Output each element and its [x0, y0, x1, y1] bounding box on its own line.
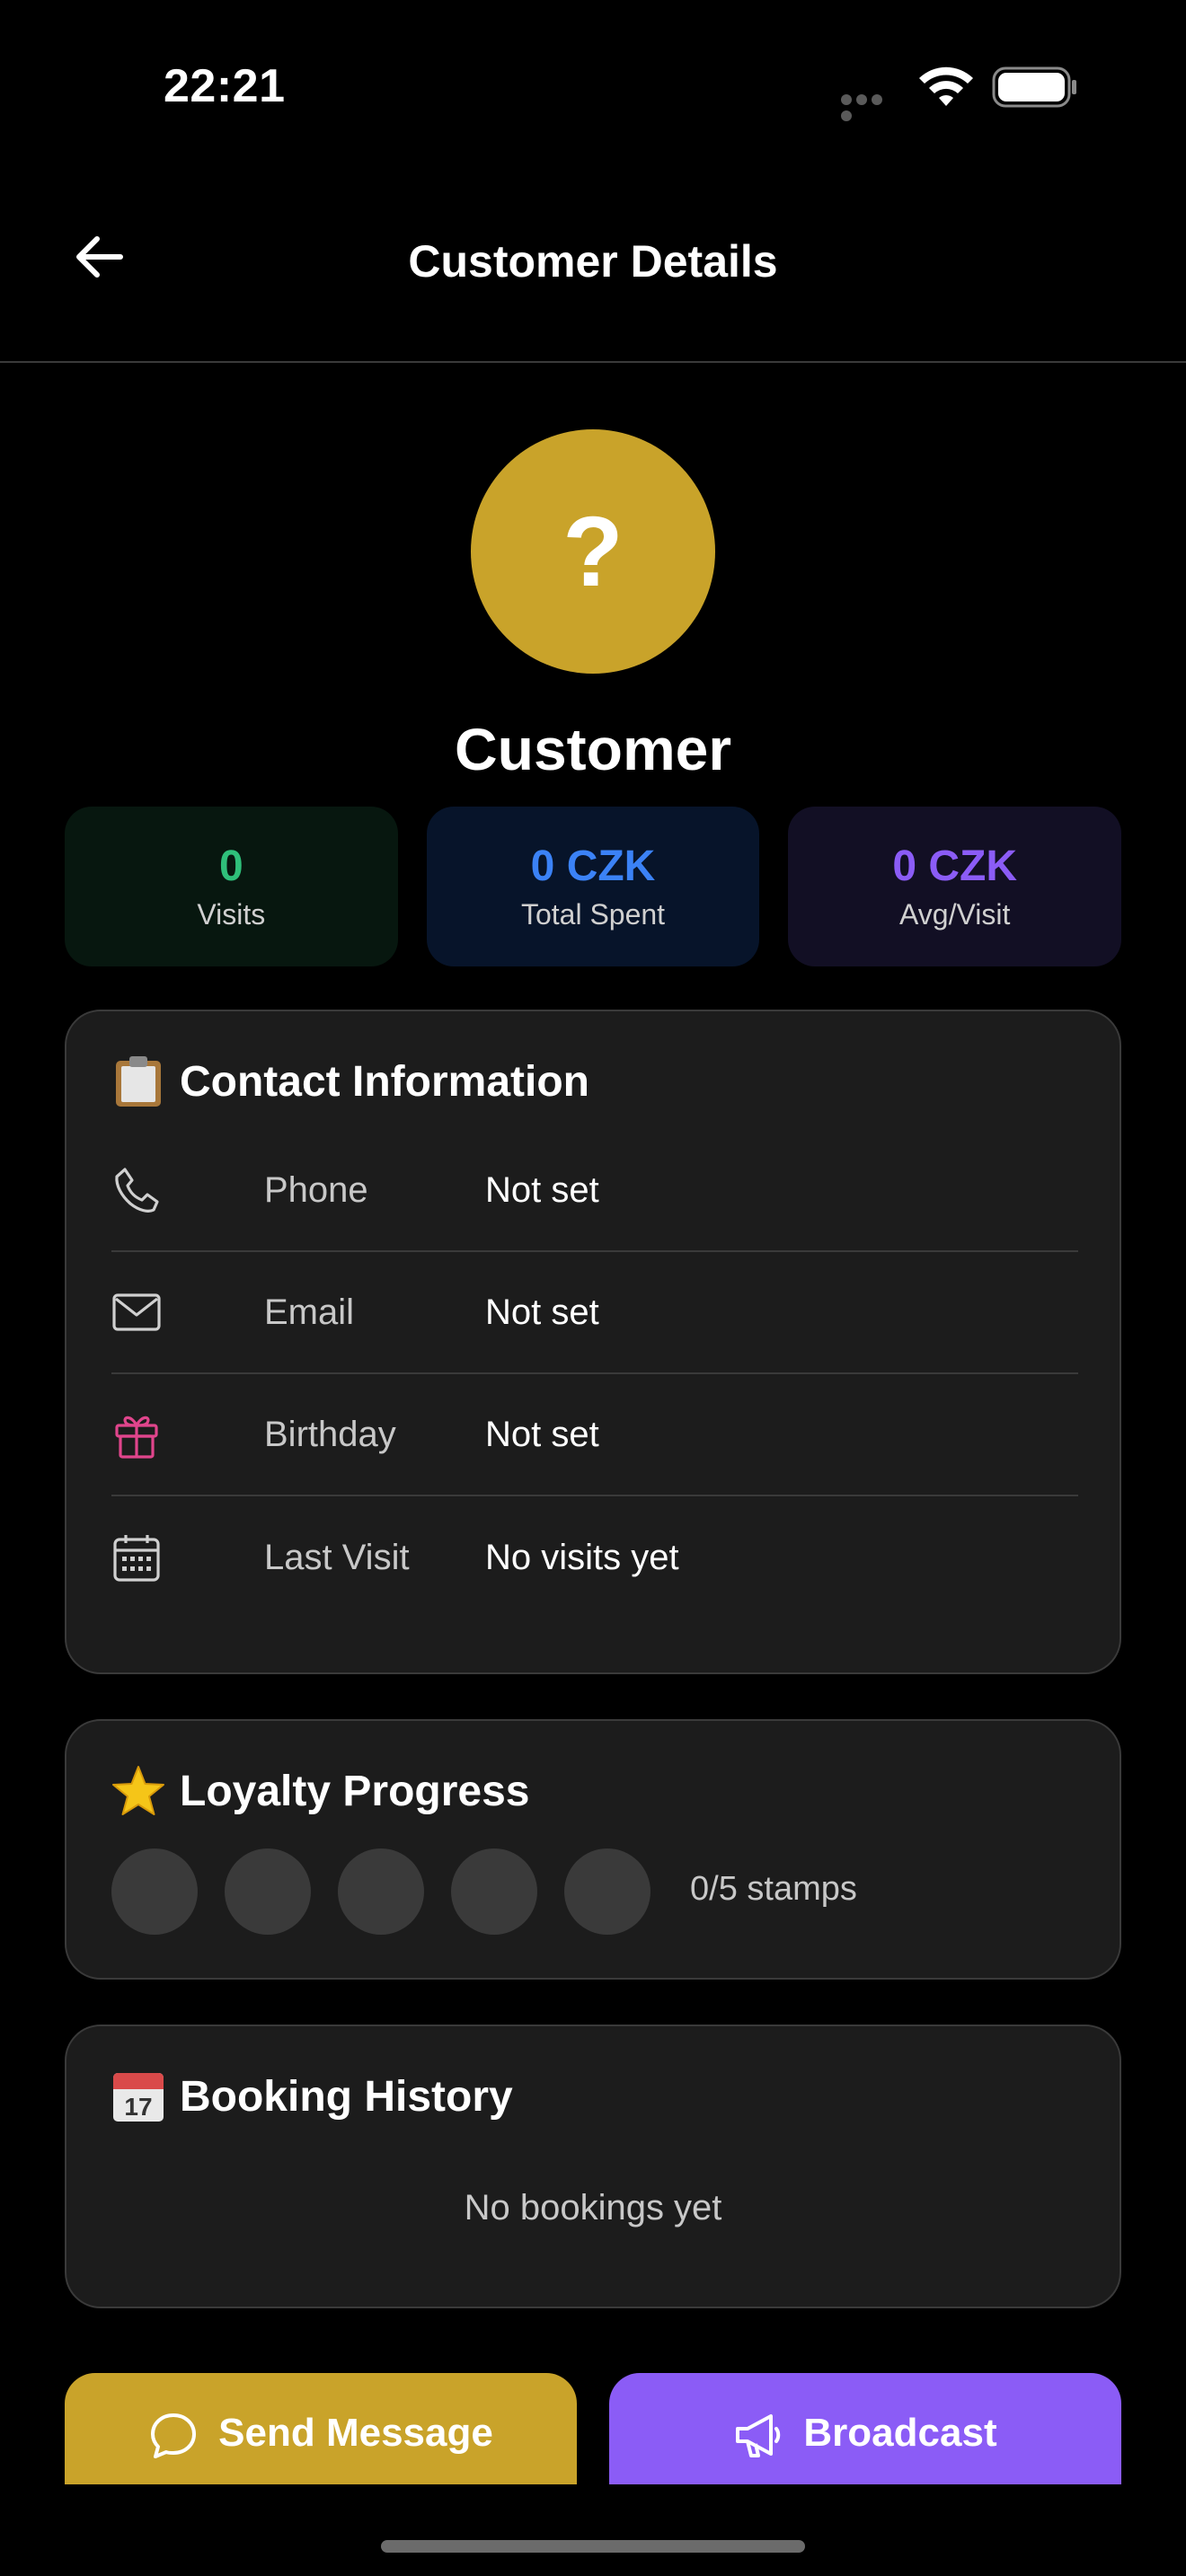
email-value: Not set [485, 1292, 599, 1332]
stat-visits-label: Visits [197, 898, 266, 931]
stamps-row [111, 1848, 651, 1935]
svg-text:17: 17 [124, 2093, 152, 2121]
gift-icon [111, 1409, 162, 1460]
megaphone-icon [736, 2414, 781, 2457]
contact-card-title-text: Contact Information [180, 1057, 589, 1106]
page-title: Customer Details [408, 236, 778, 287]
birthday-value: Not set [485, 1414, 599, 1454]
contact-row-last-visit: Last Visit No visits yet [111, 1496, 1078, 1619]
stamp-slot [111, 1848, 198, 1935]
send-message-button[interactable]: Send Message [65, 2373, 577, 2484]
empty-bookings-text: No bookings yet [464, 2188, 722, 2228]
contact-row-birthday: Birthday Not set [111, 1374, 1078, 1496]
contact-card-title: Contact Information [111, 1054, 589, 1108]
phone-value: Not set [485, 1169, 599, 1210]
status-time: 22:21 [164, 60, 286, 112]
stat-visits-value: 0 [218, 842, 243, 890]
phone-label: Phone [264, 1169, 368, 1210]
clipboard-icon [111, 1054, 165, 1108]
cellular-signal-icon [841, 93, 900, 121]
action-buttons: Send Message Broadcast [65, 2373, 1121, 2484]
booking-card-title: 17 Booking History [111, 2069, 513, 2123]
last-visit-value: No visits yet [485, 1537, 679, 1577]
stamp-slot [225, 1848, 311, 1935]
stat-visits: 0 Visits [65, 807, 398, 966]
stat-total-spent-label: Total Spent [520, 898, 666, 931]
contact-information-card: Contact Information Phone Not set Email … [65, 1010, 1121, 1674]
mail-icon [111, 1287, 162, 1337]
stat-avg-visit-label: Avg/Visit [899, 898, 1011, 931]
loyalty-card-title: Loyalty Progress [111, 1764, 529, 1818]
last-visit-label: Last Visit [264, 1537, 410, 1577]
broadcast-label: Broadcast [803, 2411, 997, 2455]
stat-total-spent: 0 CZK Total Spent [426, 807, 760, 966]
customer-name: Customer [454, 716, 732, 782]
battery-icon [992, 66, 1076, 108]
stamps-count: 0/5 stamps [690, 1870, 857, 1908]
broadcast-button[interactable]: Broadcast [609, 2373, 1121, 2484]
home-indicator[interactable] [381, 2540, 805, 2553]
stamp-slot [338, 1848, 424, 1935]
contact-row-email: Email Not set [111, 1252, 1078, 1374]
contact-row-phone: Phone Not set [111, 1130, 1078, 1252]
stamp-slot [451, 1848, 537, 1935]
stamp-slot [564, 1848, 651, 1935]
email-label: Email [264, 1292, 355, 1332]
calendar-icon [111, 1532, 162, 1583]
stat-total-spent-value: 0 CZK [530, 842, 656, 890]
send-message-label: Send Message [218, 2411, 493, 2455]
stats-row: 0 Visits 0 CZK Total Spent 0 CZK Avg/Vis… [65, 807, 1122, 966]
phone-icon [111, 1165, 162, 1215]
star-icon [111, 1764, 165, 1818]
avatar: ? [471, 429, 715, 674]
loyalty-progress-card: Loyalty Progress 0/5 stamps [65, 1719, 1121, 1980]
booking-card-title-text: Booking History [180, 2072, 513, 2121]
stat-avg-visit-value: 0 CZK [892, 842, 1018, 890]
status-bar: 22:21 [0, 0, 1186, 171]
booking-history-card: 17 Booking History No bookings yet [65, 2025, 1121, 2308]
birthday-label: Birthday [264, 1414, 396, 1454]
nav-header: Customer Details [0, 171, 1186, 363]
loyalty-card-title-text: Loyalty Progress [180, 1767, 530, 1815]
calendar-emoji-icon: 17 [111, 2069, 165, 2123]
chat-bubble-icon [151, 2413, 197, 2458]
wifi-icon [919, 66, 973, 106]
stat-avg-visit: 0 CZK Avg/Visit [788, 807, 1122, 966]
